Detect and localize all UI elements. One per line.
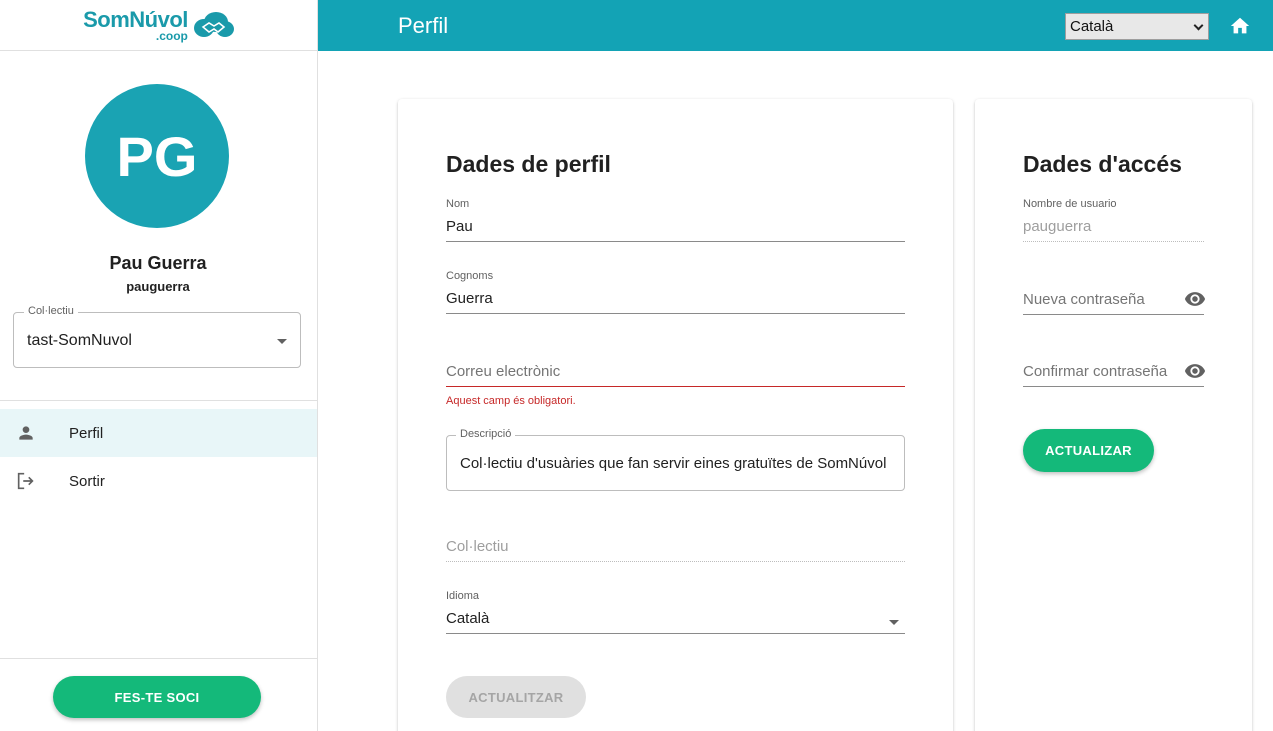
- confirm-password-field[interactable]: Confirmar contraseña: [1023, 343, 1206, 393]
- divider: [0, 658, 317, 659]
- logout-icon: [15, 470, 37, 492]
- join-button[interactable]: FES-TE SOCI: [53, 676, 261, 718]
- nav-item-sortir[interactable]: Sortir: [0, 457, 317, 505]
- confirm-password-placeholder: Confirmar contraseña: [1023, 363, 1168, 380]
- logo-main-text: SomNúvol: [83, 6, 188, 32]
- top-app-bar: Perfil Català: [318, 0, 1273, 51]
- dropdown-caret-icon: [277, 339, 287, 344]
- email-field-error: Aquest camp és obligatori.: [446, 395, 576, 407]
- username-field-label: Nombre de usuario: [1023, 198, 1117, 210]
- logo-area: SomNúvol .coop: [0, 0, 317, 51]
- language-field-label: Idioma: [446, 590, 480, 602]
- surname-field-label: Cognoms: [446, 270, 494, 282]
- nav-item-label: Perfil: [69, 424, 104, 442]
- avatar: PG: [85, 84, 229, 228]
- profile-card-title: Dades de perfil: [446, 151, 611, 177]
- sidebar: SomNúvol .coop PG Pau Guerra pauguerra C…: [0, 0, 318, 731]
- page-title: Perfil: [398, 13, 449, 38]
- language-select[interactable]: Català: [1065, 13, 1209, 40]
- collective-select[interactable]: Col·lectiu tast-SomNuvol: [13, 305, 301, 368]
- nav-item-label: Sortir: [69, 472, 105, 490]
- name-field[interactable]: Nom Pau: [446, 198, 905, 248]
- access-card: Dades d'accés: [975, 99, 1252, 731]
- language-field-value: Català: [446, 610, 490, 627]
- surname-field[interactable]: Cognoms Guerra: [446, 270, 905, 320]
- email-field-placeholder: Correu electrònic: [446, 363, 561, 380]
- access-card-title: Dades d'accés: [1023, 151, 1182, 177]
- description-field[interactable]: Col·lectiu d'usuàries que fan servir ein…: [446, 435, 905, 491]
- language-field[interactable]: Idioma Català: [446, 590, 905, 640]
- access-update-button[interactable]: ACTUALIZAR: [1023, 429, 1154, 472]
- collective-select-label: Col·lectiu: [24, 305, 78, 317]
- new-password-placeholder: Nueva contraseña: [1023, 291, 1145, 308]
- dropdown-caret-icon: [889, 620, 899, 625]
- description-field-value: Col·lectiu d'usuàries que fan servir ein…: [460, 455, 887, 472]
- collective-field: Col·lectiu: [446, 518, 905, 568]
- person-icon: [15, 422, 37, 444]
- nav-item-perfil[interactable]: Perfil: [0, 409, 317, 457]
- surname-field-value: Guerra: [446, 290, 493, 307]
- chevron-down-icon: [1193, 20, 1204, 31]
- collective-field-placeholder: Col·lectiu: [446, 538, 509, 555]
- somnuvol-logo[interactable]: SomNúvol .coop: [83, 6, 234, 43]
- username-field-value: pauguerra: [1023, 218, 1092, 235]
- username-field: Nombre de usuario pauguerra: [1023, 198, 1204, 248]
- new-password-field[interactable]: Nueva contraseña: [1023, 271, 1206, 321]
- eye-icon[interactable]: [1184, 288, 1206, 310]
- profile-update-button[interactable]: ACTUALITZAR: [446, 676, 586, 718]
- home-icon[interactable]: [1229, 15, 1251, 37]
- name-field-label: Nom: [446, 198, 470, 210]
- divider: [0, 400, 317, 401]
- user-login: pauguerra: [126, 279, 190, 294]
- email-field[interactable]: Correu electrònic Aquest camp és obligat…: [446, 343, 905, 413]
- cloud-handshake-icon: [193, 12, 234, 37]
- eye-icon[interactable]: [1184, 360, 1206, 382]
- collective-select-value: tast-SomNuvol: [27, 332, 132, 349]
- description-field-label: Descripció: [456, 428, 516, 440]
- user-name: Pau Guerra: [109, 253, 207, 273]
- logo-sub-text: .coop: [155, 28, 188, 43]
- name-field-value: Pau: [446, 218, 473, 235]
- language-select-value: Català: [1070, 18, 1114, 35]
